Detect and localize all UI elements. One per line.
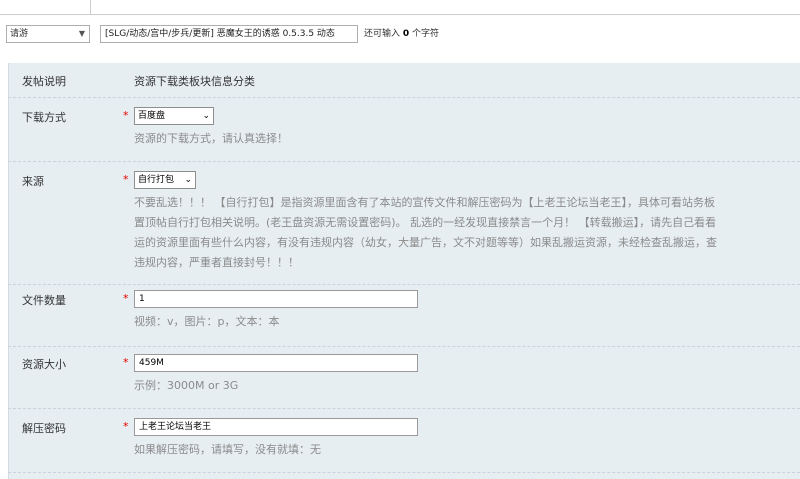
char-hint-suffix: 个字符 (412, 29, 440, 39)
required-mark: * (123, 356, 129, 369)
password-row: 解压密码 * 上老王论坛当老王 如果解压密码，请填写，没有就填：无 (8, 408, 800, 473)
download-method-value: 百度盘 (138, 111, 166, 121)
required-mark: * (123, 173, 129, 186)
source-select[interactable]: 自行打包 ⌄ (134, 171, 196, 189)
char-hint-count: 0 (402, 29, 410, 39)
header-value: 资源下载类板块信息分类 (134, 75, 255, 88)
password-input[interactable]: 上老王论坛当老王 (134, 418, 418, 436)
source-label: 来源 (22, 175, 44, 188)
category-select[interactable]: 请游 ▼ (6, 25, 90, 43)
chevron-down-icon: ⌄ (202, 111, 210, 121)
source-hint-line: 违规内容，严重者直接封号！！！ (134, 256, 299, 269)
file-count-label: 文件数量 (22, 294, 66, 307)
required-mark: * (123, 420, 129, 433)
download-method-select[interactable]: 百度盘 ⌄ (134, 107, 214, 125)
file-count-input[interactable]: 1 (134, 290, 418, 308)
chevron-down-icon: ▼ (78, 29, 85, 38)
file-count-hint: 视频：v，图片：p，文本：本 (134, 315, 280, 328)
download-method-label: 下载方式 (22, 111, 66, 124)
file-count-row: 文件数量 * 1 视频：v，图片：p，文本：本 (8, 284, 800, 347)
password-hint: 如果解压密码，请填写，没有就填：无 (134, 443, 321, 456)
source-row: 来源 * 自行打包 ⌄ 不要乱选！！！ 【自行打包】是指资源里面含有了本站的宣传… (8, 161, 800, 285)
required-mark: * (123, 109, 129, 122)
source-value: 自行打包 (138, 175, 175, 185)
size-label: 资源大小 (22, 358, 66, 371)
password-label: 解压密码 (22, 422, 66, 435)
title-input[interactable]: [SLG/动态/宫中/步兵/更新] 恶魔女王的诱惑 0.5.3.5 动态 (100, 25, 358, 43)
source-hint-line: 置顶帖自行打包相关说明。(老王盘资源无需设置密码)。 乱选的一经发现直接禁言一个… (134, 216, 717, 229)
download-method-hint: 资源的下载方式，请认真选择！ (134, 132, 288, 145)
download-method-row: 下载方式 * 百度盘 ⌄ 资源的下载方式，请认真选择！ (8, 97, 800, 162)
char-count-hint: 还可输入 0 个字符 (364, 25, 439, 43)
active-tab[interactable] (0, 0, 91, 14)
source-hint-line: 运的资源里面有些什么内容，有没有违规内容（幼女，大量广告，文不对题等等）如果乱搬… (134, 236, 717, 249)
chevron-down-icon: ⌄ (184, 175, 192, 185)
size-hint: 示例：3000M or 3G (134, 379, 239, 392)
size-input[interactable]: 459M (134, 354, 418, 372)
tab-strip (0, 0, 800, 15)
category-select-value: 请游 (10, 29, 29, 39)
form-header-row: 发帖说明 资源下载类板块信息分类 (8, 63, 800, 98)
header-label: 发帖说明 (22, 75, 66, 88)
size-row: 资源大小 * 459M 示例：3000M or 3G (8, 346, 800, 409)
required-mark: * (123, 292, 129, 305)
char-hint-prefix: 还可输入 (364, 29, 401, 39)
source-hint-line: 不要乱选！！！ 【自行打包】是指资源里面含有了本站的宣传文件和解压密码为【上老王… (134, 196, 715, 209)
